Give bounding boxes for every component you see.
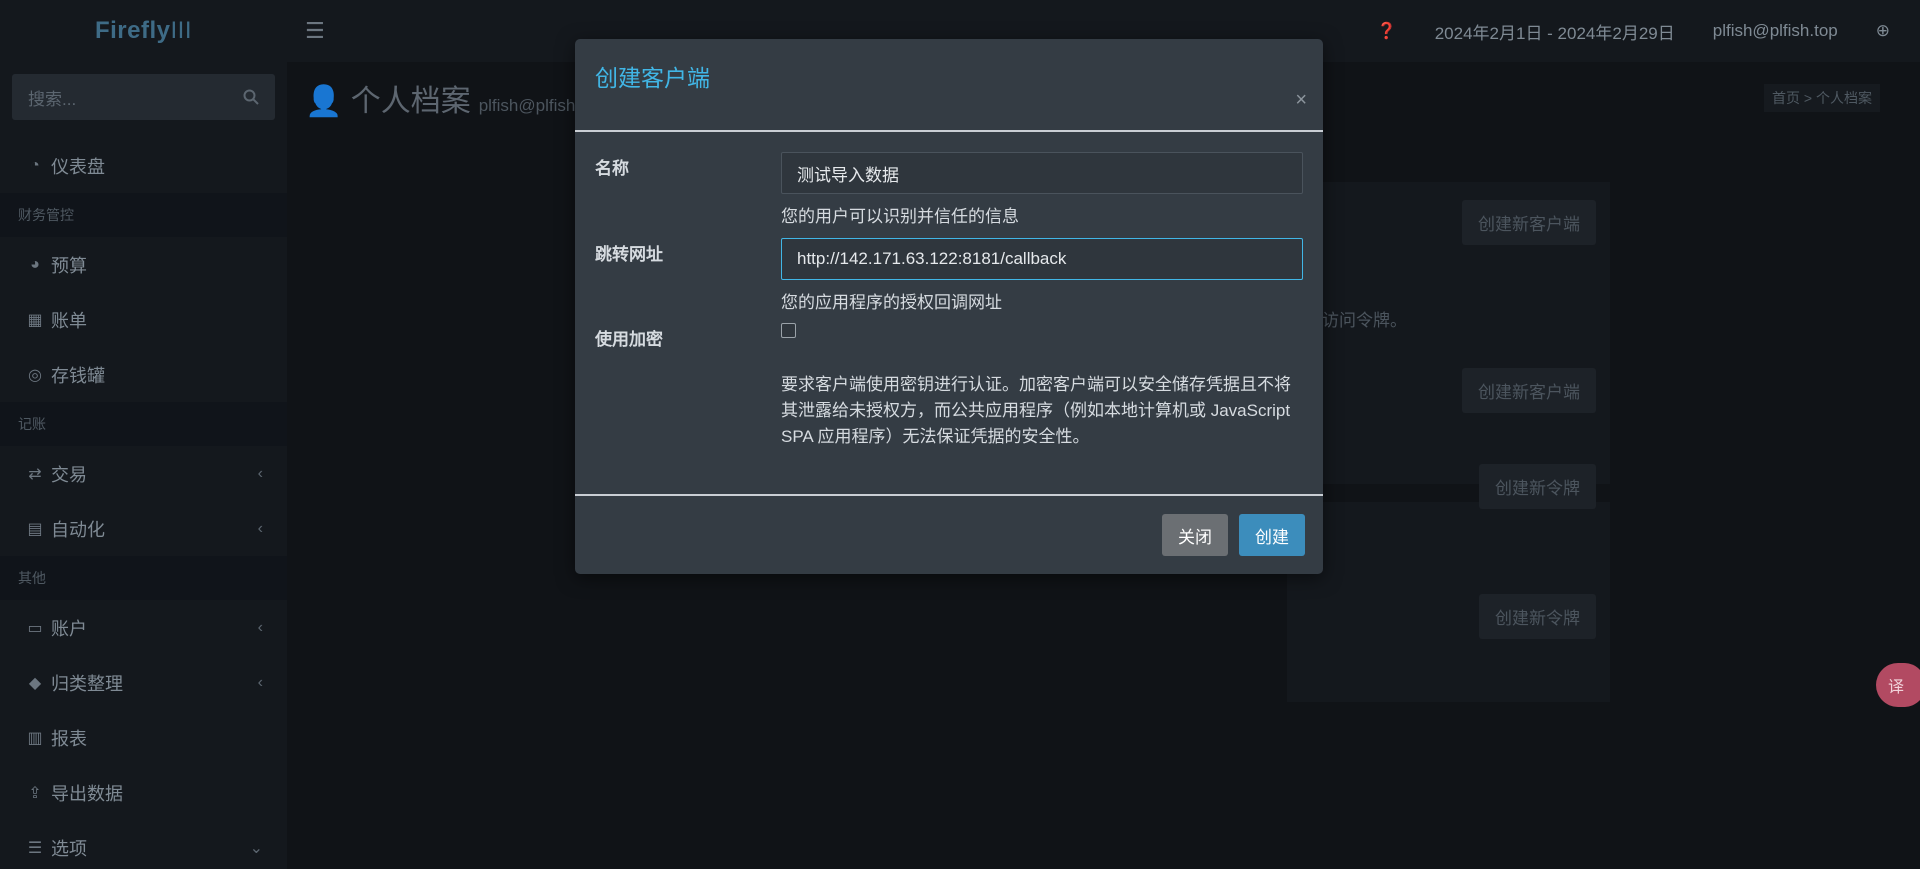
sidebar-item-label: 导出数据 <box>51 783 123 804</box>
sidebar-item[interactable]: ◕ 预算 <box>0 237 287 292</box>
create-button[interactable]: 创建 <box>1239 514 1305 556</box>
redirect-url-label: 跳转网址 <box>595 245 663 264</box>
redirect-url-input[interactable] <box>781 238 1303 280</box>
sidebar-item-label: 选项 <box>51 838 87 859</box>
sidebar-item[interactable]: ⇪ 导出数据 <box>0 765 287 820</box>
chevron-left-icon: ‹ <box>257 673 263 691</box>
sidebar-item-label: 存钱罐 <box>51 365 105 386</box>
chevron-left-icon: ‹ <box>257 519 263 537</box>
date-range-picker[interactable]: 2024年2月1日 - 2024年2月29日 <box>1435 19 1675 44</box>
sidebar-item-label: 仪表盘 <box>51 156 105 177</box>
redirect-url-help-text: 您的应用程序的授权回调网址 <box>781 293 1002 312</box>
sidebar-item-label: 账单 <box>51 310 87 331</box>
sidebar-item-label: 交易 <box>51 464 87 485</box>
plus-circle-icon[interactable]: ⊕ <box>1876 21 1890 41</box>
sidebar-item[interactable]: ☰ 选项 ⌄ <box>0 820 287 869</box>
sidebar-item-label: 预算 <box>51 255 87 276</box>
sidebar-item-label: 自动化 <box>51 519 105 540</box>
sidebar-section-header: 财务管控 <box>0 193 287 237</box>
modal-body: 名称 您的用户可以识别并信任的信息 跳转网址 您的应用程序的授权回调网址 使用加… <box>575 132 1323 494</box>
page-title: 👤 个人档案 plfish@plfish.t <box>305 85 585 118</box>
name-input[interactable] <box>781 152 1303 194</box>
search-placeholder: 搜索... <box>28 89 77 109</box>
upload-icon: ⇪ <box>28 784 42 802</box>
credit-card-icon: ▭ <box>27 619 43 637</box>
modal-footer: 关闭 创建 <box>575 494 1323 574</box>
dashboard-icon: ◔ <box>30 156 40 174</box>
user-icon: 👤 <box>305 85 343 118</box>
pie-chart-icon: ◕ <box>30 255 40 273</box>
sidebar-item[interactable]: ▤ 自动化 ‹ <box>0 501 287 556</box>
sidebar-section-header: 其他 <box>0 556 287 600</box>
tokens-description: 访问令牌。 <box>1322 311 1407 330</box>
chevron-down-icon: ⌄ <box>249 839 263 857</box>
bar-chart-icon: ▥ <box>27 729 43 747</box>
confidential-label: 使用加密 <box>595 330 663 349</box>
sidebar-item-label: 账户 <box>51 618 87 639</box>
name-label: 名称 <box>595 159 629 178</box>
sidebar-item[interactable]: ▭ 账户 ‹ <box>0 600 287 655</box>
breadcrumb[interactable]: 首页 > 个人档案 <box>1764 84 1880 112</box>
name-help-text: 您的用户可以识别并信任的信息 <box>781 207 1019 226</box>
create-token-button-2[interactable]: 创建新令牌 <box>1479 594 1596 639</box>
database-icon: ▤ <box>27 520 43 538</box>
sidebar-toggle-icon[interactable]: ☰ <box>305 18 325 44</box>
tags-icon: ◆ <box>28 674 42 692</box>
sidebar-section-header: 记账 <box>0 402 287 446</box>
search-icon[interactable] <box>243 89 259 105</box>
close-icon[interactable]: × <box>1295 89 1307 112</box>
modal-header: 创建客户端 × <box>575 39 1323 132</box>
sidebar-search-input[interactable]: 搜索... <box>12 74 275 120</box>
app-logo[interactable]: Firefly III <box>0 0 287 62</box>
create-client-button-1[interactable]: 创建新客户端 <box>1462 200 1596 245</box>
chevron-left-icon: ‹ <box>257 464 263 482</box>
sidebar-item-label: 报表 <box>51 728 87 749</box>
sidebar-item[interactable]: ▦ 账单 <box>0 292 287 347</box>
create-client-modal: 创建客户端 × 名称 您的用户可以识别并信任的信息 跳转网址 您的应用程序的授权… <box>575 39 1323 574</box>
confidential-checkbox[interactable] <box>781 323 796 338</box>
create-client-button-2[interactable]: 创建新客户端 <box>1462 368 1596 413</box>
sidebar-item-label: 归类整理 <box>51 673 123 694</box>
help-icon[interactable]: ❓ <box>1377 21 1397 41</box>
sidebar-item[interactable]: ◎ 存钱罐 <box>0 347 287 402</box>
sidebar: Firefly III 搜索... ◔ 仪表盘财务管控 ◕ 预算 ▦ 账单 ◎ 存钱罐记账 ⇄ 交易… <box>0 0 287 869</box>
sidebar-item[interactable]: ▥ 报表 <box>0 710 287 765</box>
bullseye-icon: ◎ <box>28 366 42 384</box>
sliders-icon: ☰ <box>27 839 43 857</box>
exchange-icon: ⇄ <box>28 465 42 483</box>
user-menu[interactable]: plfish@plfish.top <box>1713 21 1838 41</box>
calendar-icon: ▦ <box>27 311 43 329</box>
sidebar-item[interactable]: ◔ 仪表盘 <box>0 138 287 193</box>
sidebar-item[interactable]: ⇄ 交易 ‹ <box>0 446 287 501</box>
close-button[interactable]: 关闭 <box>1162 514 1228 556</box>
chevron-left-icon: ‹ <box>257 618 263 636</box>
translate-icon[interactable]: 译 <box>1876 663 1920 707</box>
sidebar-item[interactable]: ◆ 归类整理 ‹ <box>0 655 287 710</box>
modal-title: 创建客户端 <box>595 65 710 91</box>
confidential-help-text: 要求客户端使用密钥进行认证。加密客户端可以安全储存凭据且不将其泄露给未授权方，而… <box>781 375 1291 446</box>
create-token-button-1[interactable]: 创建新令牌 <box>1479 464 1596 509</box>
